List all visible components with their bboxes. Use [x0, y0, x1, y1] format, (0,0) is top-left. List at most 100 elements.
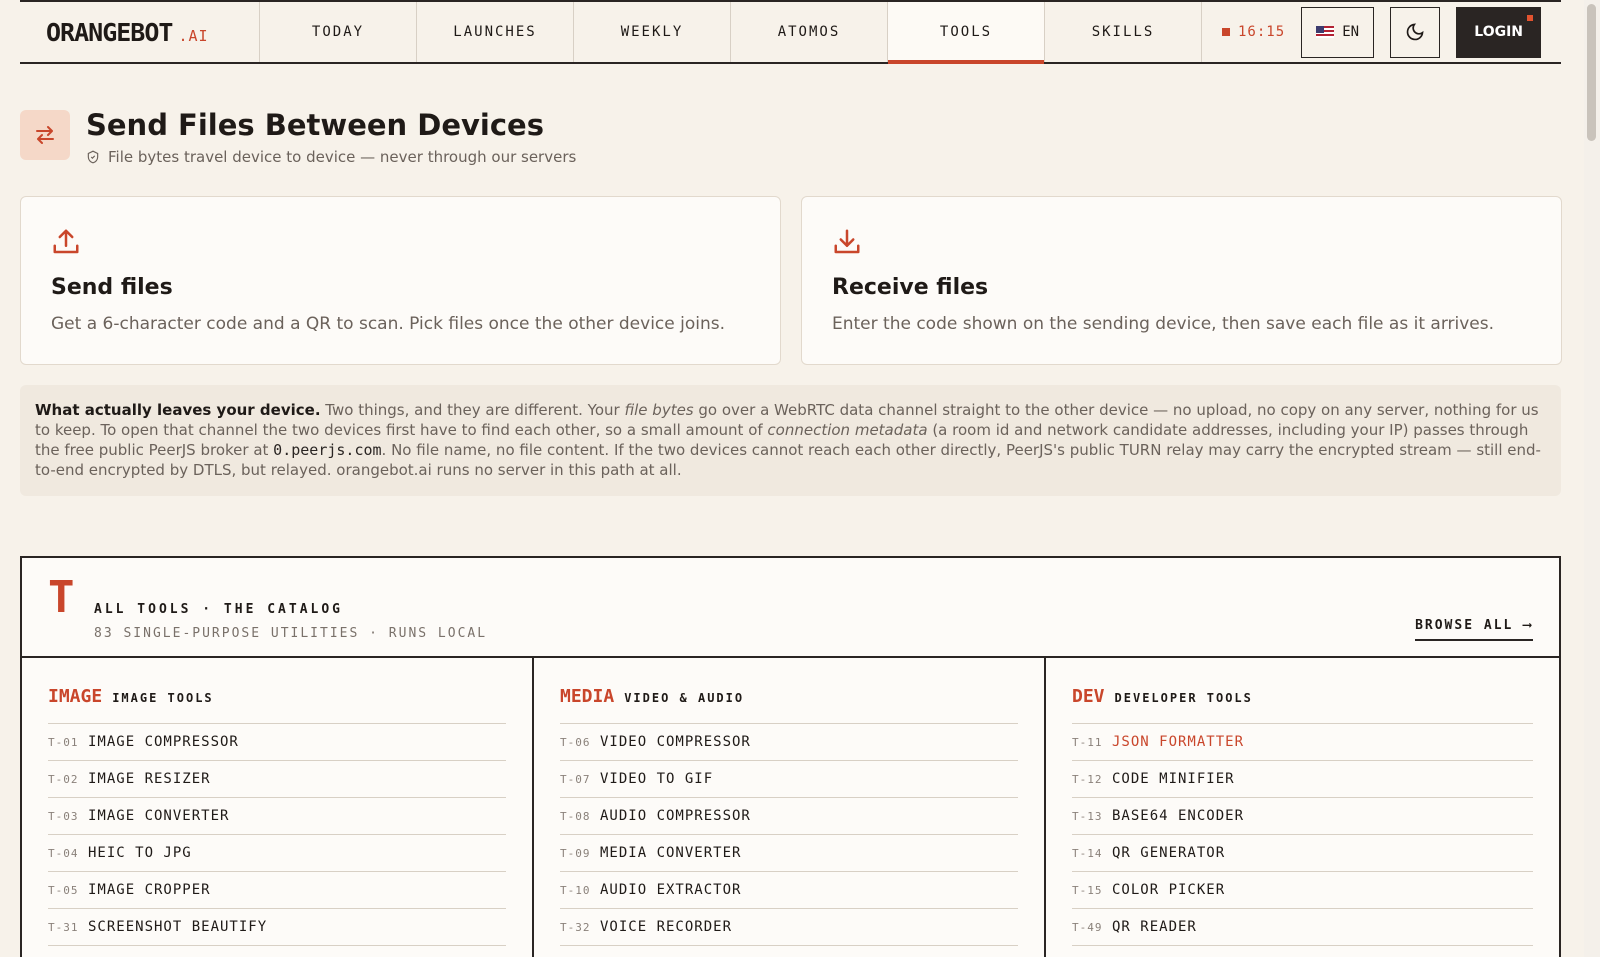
tool-row[interactable]: T-08 AUDIO COMPRESSOR	[560, 798, 1018, 835]
tool-id: T-13	[1072, 809, 1103, 823]
top-nav: ORANGEBOT .AI TODAY LAUNCHES WEEKLY ATOM…	[20, 0, 1561, 64]
tool-row[interactable]: T-05 IMAGE CROPPER	[48, 872, 506, 909]
tool-id: T-31	[48, 920, 79, 934]
tool-id: T-32	[560, 920, 591, 934]
tool-name: AUDIO EXTRACTOR	[600, 882, 742, 898]
category-code: DEV	[1072, 686, 1105, 707]
tool-row[interactable]: T-31 SCREENSHOT BEAUTIFY	[48, 909, 506, 946]
clock-time: 16:15	[1238, 24, 1286, 40]
clock: 16:15	[1222, 24, 1285, 40]
brand-logo[interactable]: ORANGEBOT .AI	[20, 2, 260, 62]
tool-row[interactable]: T-07 VIDEO TO GIF	[560, 761, 1018, 798]
tab-weekly[interactable]: WEEKLY	[574, 2, 731, 62]
tool-row[interactable]: T-10 AUDIO EXTRACTOR	[560, 872, 1018, 909]
page-header: Send Files Between Devices File bytes tr…	[20, 110, 576, 166]
tool-row[interactable]: T-01 IMAGE COMPRESSOR	[48, 724, 506, 761]
tool-name: MEDIA CONVERTER	[600, 845, 742, 861]
subtitle-text: File bytes travel device to device — nev…	[108, 148, 577, 166]
nav-actions: 16:15 EN LOGIN	[1202, 2, 1542, 62]
tool-id: T-03	[48, 809, 79, 823]
tool-row[interactable]: T-02 IMAGE RESIZER	[48, 761, 506, 798]
tool-id: T-08	[560, 809, 591, 823]
tab-atomos[interactable]: ATOMOS	[731, 2, 888, 62]
tools-catalog: T ALL TOOLS · THE CATALOG 83 SINGLE-PURP…	[20, 556, 1561, 957]
tool-name: CODE MINIFIER	[1112, 771, 1235, 787]
send-files-card[interactable]: Send files Get a 6-character code and a …	[20, 196, 781, 365]
tool-row[interactable]: T-04 HEIC TO JPG	[48, 835, 506, 872]
tool-row[interactable]: T-09 MEDIA CONVERTER	[560, 835, 1018, 872]
tool-name: IMAGE CROPPER	[88, 882, 211, 898]
tool-row[interactable]: T-13 BASE64 ENCODER	[1072, 798, 1533, 835]
category-image: IMAGE IMAGE TOOLS T-01 IMAGE COMPRESSOR T…	[22, 658, 534, 957]
receive-files-title: Receive files	[832, 275, 989, 300]
tool-id: T-06	[560, 735, 591, 749]
category-name: DEVELOPER TOOLS	[1114, 691, 1253, 705]
tool-row[interactable]: T-15 COLOR PICKER	[1072, 872, 1533, 909]
tool-row[interactable]: T-06 VIDEO COMPRESSOR	[560, 724, 1018, 761]
tool-name: QR GENERATOR	[1112, 845, 1226, 861]
tool-row[interactable]: T-12 CODE MINIFIER	[1072, 761, 1533, 798]
tool-row[interactable]: T-11 JSON FORMATTER	[1072, 724, 1533, 761]
language-label: EN	[1342, 24, 1360, 40]
tool-name: JSON FORMATTER	[1112, 734, 1245, 750]
tool-row[interactable]: T-14 QR GENERATOR	[1072, 835, 1533, 872]
tool-name: VOICE RECORDER	[600, 919, 733, 935]
page-scrollbar[interactable]	[1584, 0, 1600, 957]
tool-name: SCREENSHOT BEAUTIFY	[88, 919, 268, 935]
tool-id: T-12	[1072, 772, 1103, 786]
tab-launches[interactable]: LAUNCHES	[417, 2, 574, 62]
scrollbar-thumb[interactable]	[1587, 4, 1596, 141]
tool-row[interactable]: T-32 VOICE RECORDER	[560, 909, 1018, 946]
tool-name: VIDEO TO GIF	[600, 771, 714, 787]
tool-name: VIDEO COMPRESSOR	[600, 734, 751, 750]
info-em-1: file bytes	[624, 401, 694, 419]
category-header: MEDIA VIDEO & AUDIO	[560, 686, 1018, 724]
page-subtitle: File bytes travel device to device — nev…	[86, 148, 576, 166]
tool-name: IMAGE RESIZER	[88, 771, 211, 787]
catalog-title: ALL TOOLS · THE CATALOG	[94, 602, 344, 617]
tool-id: T-15	[1072, 883, 1103, 897]
receive-files-card[interactable]: Receive files Enter the code shown on th…	[801, 196, 1562, 365]
tab-skills[interactable]: SKILLS	[1045, 2, 1202, 62]
tool-name: IMAGE CONVERTER	[88, 808, 230, 824]
catalog-header: T ALL TOOLS · THE CATALOG 83 SINGLE-PURP…	[22, 558, 1559, 658]
tool-id: T-01	[48, 735, 79, 749]
receive-files-desc: Enter the code shown on the sending devi…	[832, 314, 1494, 334]
tool-id: T-07	[560, 772, 591, 786]
send-files-title: Send files	[51, 275, 173, 300]
tool-row[interactable]: T-03 IMAGE CONVERTER	[48, 798, 506, 835]
browse-all-link[interactable]: BROWSE ALL ⟶	[1415, 618, 1533, 641]
tool-name: IMAGE COMPRESSOR	[88, 734, 239, 750]
transfer-icon	[20, 110, 70, 160]
tool-name: BASE64 ENCODER	[1112, 808, 1245, 824]
category-header: DEV DEVELOPER TOOLS	[1072, 686, 1533, 724]
info-em-2: connection metadata	[767, 421, 928, 439]
tool-name: HEIC TO JPG	[88, 845, 192, 861]
brand-suffix: .AI	[178, 27, 209, 45]
tab-today[interactable]: TODAY	[260, 2, 417, 62]
tool-id: T-49	[1072, 920, 1103, 934]
catalog-letter: T	[48, 572, 75, 623]
upload-icon	[53, 229, 79, 254]
page-title: Send Files Between Devices	[86, 108, 544, 142]
tool-id: T-14	[1072, 846, 1103, 860]
login-button[interactable]: LOGIN	[1456, 6, 1542, 58]
language-button[interactable]: EN	[1301, 6, 1375, 58]
category-name: VIDEO & AUDIO	[624, 691, 745, 705]
info-text-1: Two things, and they are different. Your	[320, 401, 625, 419]
tool-name: AUDIO COMPRESSOR	[600, 808, 751, 824]
send-files-desc: Get a 6-character code and a QR to scan.…	[51, 314, 726, 334]
tool-id: T-05	[48, 883, 79, 897]
shield-icon	[87, 150, 99, 164]
brand-name: ORANGEBOT	[46, 17, 173, 47]
tool-id: T-09	[560, 846, 591, 860]
catalog-columns: IMAGE IMAGE TOOLS T-01 IMAGE COMPRESSOR T…	[22, 658, 1559, 957]
tool-id: T-11	[1072, 735, 1103, 749]
moon-icon	[1406, 23, 1424, 41]
theme-toggle-button[interactable]	[1390, 6, 1441, 58]
tool-id: T-04	[48, 846, 79, 860]
tab-tools[interactable]: TOOLS	[888, 2, 1045, 64]
tool-name: QR READER	[1112, 919, 1197, 935]
us-flag-icon	[1316, 26, 1335, 38]
tool-row[interactable]: T-49 QR READER	[1072, 909, 1533, 946]
